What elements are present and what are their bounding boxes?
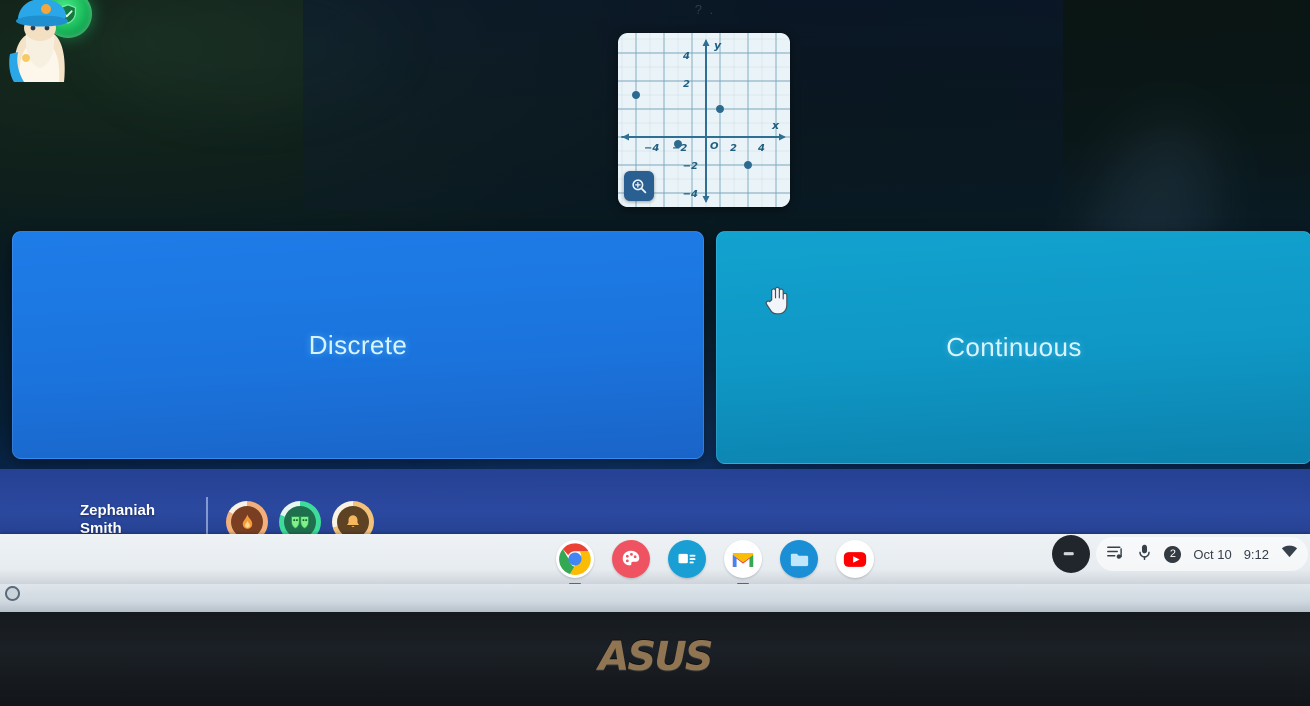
tray-time[interactable]: 9:12 [1244,547,1269,562]
palette-icon[interactable] [612,540,650,578]
svg-text:−4: −4 [683,189,698,200]
user-avatar-icon[interactable] [1052,535,1091,573]
youtube-icon[interactable] [836,540,874,578]
question-text: ? . [694,2,716,17]
svg-text:4: 4 [757,143,765,154]
tray-date[interactable]: Oct 10 [1193,547,1231,562]
magnify-plus-icon[interactable] [624,171,654,201]
answer-label: Continuous [946,332,1082,362]
chrome-icon[interactable] [556,540,594,578]
system-tray: 2 Oct 10 9:12 [1052,532,1308,576]
svg-text:O: O [710,141,719,152]
answer-label: Discrete [308,329,408,360]
presentation-icon[interactable] [668,540,706,578]
brand-logo: ASUS [598,634,713,680]
shelf-app-list [556,540,874,585]
svg-text:4: 4 [682,51,690,62]
playlist-icon[interactable] [1106,543,1125,565]
folder-icon[interactable] [780,540,818,578]
svg-text:−4: −4 [644,143,659,154]
notification-count-badge[interactable]: 2 [1164,545,1182,563]
tray-status-group[interactable]: 2 Oct 10 9:12 [1096,537,1308,571]
wifi-icon[interactable] [1281,545,1298,563]
answer-option-continuous[interactable]: Continuous [716,231,1310,464]
player-first-name: Zephaniah [80,502,156,519]
avatar[interactable] [2,0,78,84]
svg-text:x: x [771,119,780,132]
svg-text:2: 2 [730,143,737,154]
svg-text:−2: −2 [683,161,698,172]
microphone-icon[interactable] [1137,543,1152,566]
svg-text:y: y [714,39,722,52]
svg-text:2: 2 [683,79,690,90]
divider [206,497,208,539]
gmail-icon[interactable] [724,540,762,578]
graph-card[interactable]: y x O −4 −2 2 4 4 2 −2 −4 [618,33,790,207]
answer-option-discrete[interactable]: Discrete [12,231,704,459]
laptop-screen: ? . y x O −4 −2 2 4 4 2 −2 −4 Discrete C… [0,0,1310,596]
player-name: Zephaniah Smith [80,502,200,538]
camera-indicator-icon [5,586,20,601]
